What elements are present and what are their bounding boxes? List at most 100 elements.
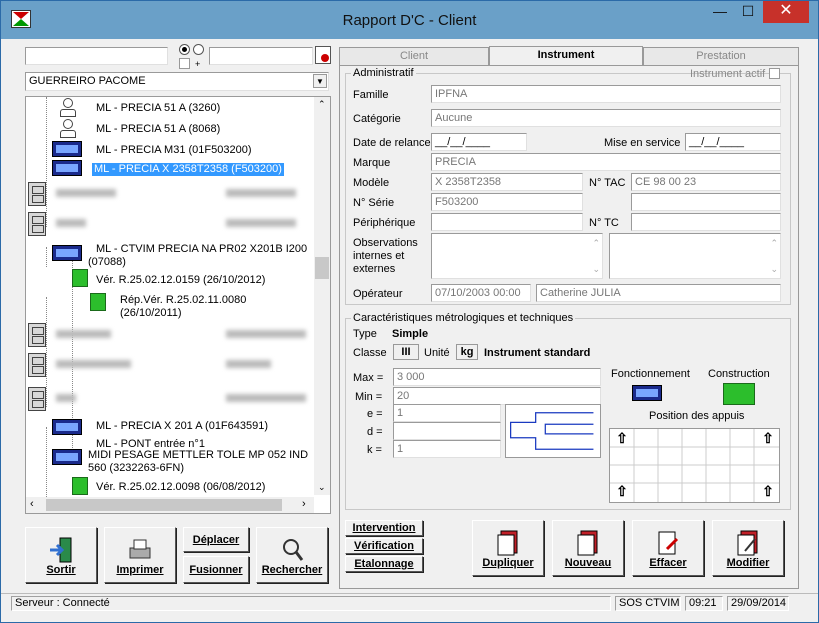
support-position-grid[interactable]: ⇧ ⇧ ⇧ ⇧ xyxy=(609,428,780,503)
fonctionnement-label: Fonctionnement xyxy=(611,368,690,380)
chevron-down-icon[interactable]: ▼ xyxy=(313,74,327,88)
verification-button[interactable]: Vérification xyxy=(345,538,423,554)
tab-client[interactable]: Client xyxy=(339,47,489,65)
tree-item-sub: (26/10/2011) xyxy=(120,307,182,319)
fusionner-button[interactable]: Fusionner xyxy=(183,556,249,583)
tree-item[interactable]: Rép.Vér. R.25.02.11.0080 xyxy=(120,294,246,307)
k-field[interactable]: 1 xyxy=(393,440,501,458)
tree-hscrollbar[interactable]: ‹ › xyxy=(26,497,314,513)
type-value: Simple xyxy=(392,328,429,340)
display-icon xyxy=(52,245,82,261)
modele-field[interactable]: X 2358T2358 xyxy=(431,173,583,191)
marque-field[interactable]: PRECIA xyxy=(431,153,781,171)
company-status: SOS CTVIM xyxy=(615,596,681,611)
obs-internes-textarea[interactable]: ⌃ ⌄ xyxy=(431,233,603,279)
tree-item[interactable]: ML - PRECIA X 201 A (01F643591) xyxy=(96,420,268,433)
obs-externes-textarea[interactable]: ⌃ ⌄ xyxy=(609,233,781,279)
chevron-up-icon[interactable]: ⌃ xyxy=(592,236,600,250)
operateur-name-field[interactable]: Catherine JULIA xyxy=(536,284,781,302)
instrument-tree[interactable]: ML - PRECIA 51 A (3260) ML - PRECIA 51 A… xyxy=(25,96,331,514)
min-label: Min = xyxy=(355,391,383,403)
serie-extra-field[interactable] xyxy=(631,193,781,211)
mise-service-date-field[interactable]: __/__/____ xyxy=(685,133,781,151)
famille-field[interactable]: IPFNA xyxy=(431,85,781,103)
serie-field[interactable]: F503200 xyxy=(431,193,583,211)
dupliquer-button[interactable]: Dupliquer xyxy=(472,520,544,576)
intervention-button[interactable]: Intervention xyxy=(345,520,423,536)
support-arrow-icon[interactable]: ⇧ xyxy=(761,430,775,446)
tc-field[interactable] xyxy=(631,213,781,231)
cabinet-icon xyxy=(28,353,46,377)
serie-label: N° Série xyxy=(353,197,395,209)
min-field[interactable]: 20 xyxy=(393,387,601,405)
chevron-up-icon[interactable]: ⌃ xyxy=(770,236,778,250)
tree-vscrollbar[interactable]: ⌃ ⌄ xyxy=(314,97,330,495)
support-arrow-icon[interactable]: ⇧ xyxy=(615,483,629,499)
deplacer-label: Déplacer xyxy=(192,534,240,546)
tab-instrument[interactable]: Instrument xyxy=(489,46,643,66)
etalonnage-button[interactable]: Etalonnage xyxy=(345,556,423,572)
d-field[interactable] xyxy=(393,422,501,440)
scroll-thumb[interactable] xyxy=(315,257,329,279)
client-select[interactable]: GUERREIRO PACOME ▼ xyxy=(25,72,329,91)
effacer-label: Effacer xyxy=(649,557,687,569)
filter-checkbox[interactable] xyxy=(179,58,190,69)
relance-date-field[interactable]: __/__/____ xyxy=(431,133,527,151)
chevron-left-icon[interactable]: ‹ xyxy=(30,498,34,510)
chevron-right-icon[interactable]: › xyxy=(302,498,306,510)
instrument-actif-label: Instrument actif xyxy=(690,68,766,80)
instrument-actif-checkbox[interactable] xyxy=(769,68,780,79)
cabinet-icon xyxy=(28,182,46,206)
effacer-button[interactable]: Effacer xyxy=(632,520,704,576)
radio-option-2[interactable] xyxy=(193,44,204,55)
support-arrow-icon[interactable]: ⇧ xyxy=(761,483,775,499)
sortir-button[interactable]: Sortir xyxy=(25,527,97,583)
tree-item-sub: (07088) xyxy=(88,256,126,268)
calendar-clear-icon[interactable] xyxy=(315,46,331,64)
operateur-date-field[interactable]: 07/10/2003 00:00 xyxy=(431,284,531,302)
search-input[interactable] xyxy=(25,47,168,65)
famille-label: Famille xyxy=(353,89,389,101)
scroll-thumb[interactable] xyxy=(46,499,282,511)
tree-item[interactable]: MIDI PESAGE METTLER TOLE MP 052 IND xyxy=(88,449,308,462)
classe-value[interactable]: III xyxy=(393,344,419,360)
chevron-down-icon[interactable]: ⌄ xyxy=(318,482,326,493)
radio-option-1[interactable] xyxy=(179,44,190,55)
tree-item[interactable]: ML - CTVIM PRECIA NA PR02 X201B I200 xyxy=(96,243,307,256)
tree-item-sub: 560 (3232263-6FN) xyxy=(88,462,185,474)
tree-item[interactable]: ML - PRECIA M31 (01F503200) xyxy=(96,144,252,157)
circuit-board-icon[interactable] xyxy=(723,383,755,405)
display-icon[interactable] xyxy=(632,385,662,401)
tree-item-selected[interactable]: ML - PRECIA X 2358T2358 (F503200) xyxy=(92,163,284,176)
close-button[interactable]: ✕ xyxy=(763,1,809,23)
e-field[interactable]: 1 xyxy=(393,404,501,422)
admin-group-title: Administratif xyxy=(351,67,416,79)
peripherique-field[interactable] xyxy=(431,213,583,231)
support-arrow-icon[interactable]: ⇧ xyxy=(615,430,629,446)
display-icon xyxy=(52,419,82,435)
deplacer-button[interactable]: Déplacer xyxy=(183,527,249,552)
tree-item[interactable]: ML - PRECIA 51 A (8068) xyxy=(96,123,220,136)
scale-icon xyxy=(60,119,76,138)
tree-item[interactable]: Vér. R.25.02.12.0098 (06/08/2012) xyxy=(96,481,265,494)
tree-item[interactable]: Vér. R.25.02.12.0159 (26/10/2012) xyxy=(96,274,265,287)
max-field[interactable]: 3 000 xyxy=(393,368,601,386)
tab-prestation[interactable]: Prestation xyxy=(643,47,799,65)
tac-field[interactable]: CE 98 00 23 xyxy=(631,173,781,191)
modifier-button[interactable]: Modifier xyxy=(712,520,784,576)
rechercher-button[interactable]: Rechercher xyxy=(256,527,328,583)
chevron-up-icon[interactable]: ⌃ xyxy=(318,99,326,110)
unite-value[interactable]: kg xyxy=(456,344,478,360)
chevron-down-icon[interactable]: ⌄ xyxy=(592,262,600,276)
search-input-2[interactable] xyxy=(209,47,313,65)
maximize-button[interactable]: ☐ xyxy=(735,1,761,23)
categorie-field[interactable]: Aucune xyxy=(431,109,781,127)
imprimer-button[interactable]: Imprimer xyxy=(104,527,176,583)
chevron-down-icon[interactable]: ⌄ xyxy=(770,262,778,276)
minimize-button[interactable]: — xyxy=(707,1,733,23)
tree-item[interactable]: ML - PRECIA 51 A (3260) xyxy=(96,102,220,115)
display-icon xyxy=(52,449,82,465)
grid-lines xyxy=(610,429,779,502)
nouveau-button[interactable]: Nouveau xyxy=(552,520,624,576)
cabinet-icon xyxy=(28,387,46,411)
